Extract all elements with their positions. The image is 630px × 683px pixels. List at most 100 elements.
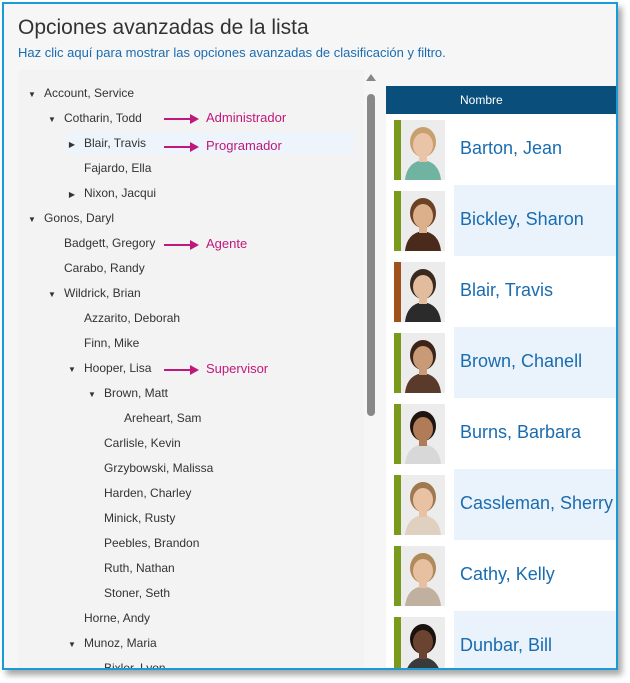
arrow-right-icon: [190, 114, 199, 124]
tree-node-label: Munoz, Maria: [84, 636, 157, 650]
tree-node[interactable]: Carlisle, Kevin: [86, 432, 181, 454]
grid-row[interactable]: Burns, Barbara: [386, 398, 616, 469]
tree-node-label: Nixon, Jacqui: [84, 186, 157, 200]
expand-icon[interactable]: ▶: [66, 184, 78, 206]
tree-node[interactable]: Horne, Andy: [66, 607, 150, 629]
grid-row[interactable]: Dunbar, Bill: [386, 611, 616, 668]
avatar: [401, 120, 445, 180]
name-cell: Cathy, Kelly: [454, 540, 616, 611]
tree-node[interactable]: Areheart, Sam: [106, 407, 201, 429]
tree-node[interactable]: ▼ Account, Service: [26, 82, 134, 104]
tree-node-label: Wildrick, Brian: [64, 286, 141, 300]
tree-node[interactable]: ▼ Cotharin, Todd: [46, 107, 142, 129]
agent-name-link[interactable]: Barton, Jean: [460, 138, 562, 159]
avatar: [401, 262, 445, 322]
callout-arrow-line: [164, 118, 192, 120]
arrow-right-icon: [190, 365, 199, 375]
agent-name-link[interactable]: Cathy, Kelly: [460, 564, 555, 585]
status-indicator: [394, 475, 401, 535]
arrow-right-icon: [190, 240, 199, 250]
tree-node-label: Badgett, Gregory: [64, 236, 156, 250]
callout-arrow-line: [164, 146, 192, 148]
tree-node-label: Blair, Travis: [84, 136, 147, 150]
tree-node-label: Carabo, Randy: [64, 261, 145, 275]
agent-name-link[interactable]: Cassleman, Sherry: [460, 493, 613, 514]
callout-label: Supervisor: [206, 361, 269, 376]
tree-node[interactable]: ▶ Nixon, Jacqui: [66, 182, 156, 204]
tree-node[interactable]: Carabo, Randy: [46, 257, 145, 279]
tree-node-label: Minick, Rusty: [104, 511, 176, 525]
status-indicator: [394, 262, 401, 322]
avatar: [401, 546, 445, 606]
collapse-icon[interactable]: ▼: [26, 209, 38, 231]
avatar: [401, 191, 445, 251]
tree-node-label: Azzarito, Deborah: [84, 311, 181, 325]
tree-node-label: Fajardo, Ella: [84, 161, 152, 175]
tree-node[interactable]: Harden, Charley: [86, 482, 191, 504]
grid-row[interactable]: Barton, Jean: [386, 114, 616, 185]
tree-node[interactable]: Badgett, Gregory: [46, 232, 155, 254]
arrow-right-icon: [190, 142, 199, 152]
tree-node-label: Horne, Andy: [84, 611, 151, 625]
agent-name-link[interactable]: Brown, Chanell: [460, 351, 582, 372]
tree-node-label: Gonos, Daryl: [44, 211, 115, 225]
tree-node[interactable]: Grzybowski, Malissa: [86, 457, 213, 479]
name-cell: Blair, Travis: [454, 256, 616, 327]
callout-label: Programador: [206, 138, 282, 153]
tree-node[interactable]: ▼ Munoz, Maria: [66, 632, 157, 654]
collapse-icon[interactable]: ▼: [46, 109, 58, 131]
scrollbar-thumb[interactable]: [367, 94, 375, 416]
collapse-icon[interactable]: ▼: [66, 359, 78, 381]
grid-row[interactable]: Cassleman, Sherry: [386, 469, 616, 540]
name-cell: Barton, Jean: [454, 114, 616, 185]
advanced-options-link[interactable]: Haz clic aquí para mostrar las opciones …: [18, 45, 446, 60]
tree-node[interactable]: Azzarito, Deborah: [66, 307, 180, 329]
grid-row[interactable]: Cathy, Kelly: [386, 540, 616, 611]
tree-node[interactable]: Stoner, Seth: [86, 582, 170, 604]
status-indicator: [394, 333, 401, 393]
grid-row[interactable]: Blair, Travis: [386, 256, 616, 327]
tree-node[interactable]: Fajardo, Ella: [66, 157, 151, 179]
agent-name-link[interactable]: Dunbar, Bill: [460, 635, 552, 656]
avatar: [401, 333, 445, 393]
column-header-nombre[interactable]: Nombre: [386, 86, 616, 114]
callout-label: Administrador: [206, 110, 287, 125]
tree-scrollbar[interactable]: [364, 70, 378, 668]
agent-grid: Nombre Barton, Jean Bickley, Sharon Blair,…: [386, 86, 616, 668]
agent-name-link[interactable]: Burns, Barbara: [460, 422, 581, 443]
tree-node[interactable]: Finn, Mike: [66, 332, 139, 354]
collapse-icon[interactable]: ▼: [66, 634, 78, 656]
tree-node[interactable]: Bixler, Lyon: [86, 657, 166, 670]
grid-rows: Barton, Jean Bickley, Sharon Blair, Travis…: [386, 114, 616, 668]
tree-node-label: Brown, Matt: [104, 386, 169, 400]
name-cell: Dunbar, Bill: [454, 611, 616, 668]
status-indicator: [394, 120, 401, 180]
agent-name-link[interactable]: Bickley, Sharon: [460, 209, 584, 230]
tree-node[interactable]: Minick, Rusty: [86, 507, 175, 529]
tree-node-label: Account, Service: [44, 86, 135, 100]
collapse-icon[interactable]: ▼: [26, 84, 38, 106]
tree-node[interactable]: ▼ Gonos, Daryl: [26, 207, 114, 229]
tree-node[interactable]: Ruth, Nathan: [86, 557, 175, 579]
tree-node[interactable]: ▼ Brown, Matt: [86, 382, 168, 404]
expand-icon[interactable]: ▶: [66, 134, 78, 156]
tree-node[interactable]: ▼ Wildrick, Brian: [46, 282, 141, 304]
grid-row[interactable]: Bickley, Sharon: [386, 185, 616, 256]
tree-node-label: Bixler, Lyon: [104, 661, 166, 670]
agent-name-link[interactable]: Blair, Travis: [460, 280, 553, 301]
scroll-up-icon[interactable]: [366, 74, 376, 81]
tree-node[interactable]: ▼ Hooper, Lisa: [66, 357, 151, 379]
status-indicator: [394, 546, 401, 606]
tree-node-label: Carlisle, Kevin: [104, 436, 181, 450]
callout-label: Agente: [206, 236, 248, 251]
tree-node-label: Finn, Mike: [84, 336, 140, 350]
grid-row[interactable]: Brown, Chanell: [386, 327, 616, 398]
tree-node-label: Grzybowski, Malissa: [104, 461, 214, 475]
name-cell: Burns, Barbara: [454, 398, 616, 469]
tree-node[interactable]: Peebles, Brandon: [86, 532, 199, 554]
status-indicator: [394, 191, 401, 251]
avatar: [401, 617, 445, 668]
collapse-icon[interactable]: ▼: [86, 384, 98, 406]
collapse-icon[interactable]: ▼: [46, 284, 58, 306]
advanced-list-panel: Opciones avanzadas de la lista Haz clic …: [2, 2, 618, 670]
